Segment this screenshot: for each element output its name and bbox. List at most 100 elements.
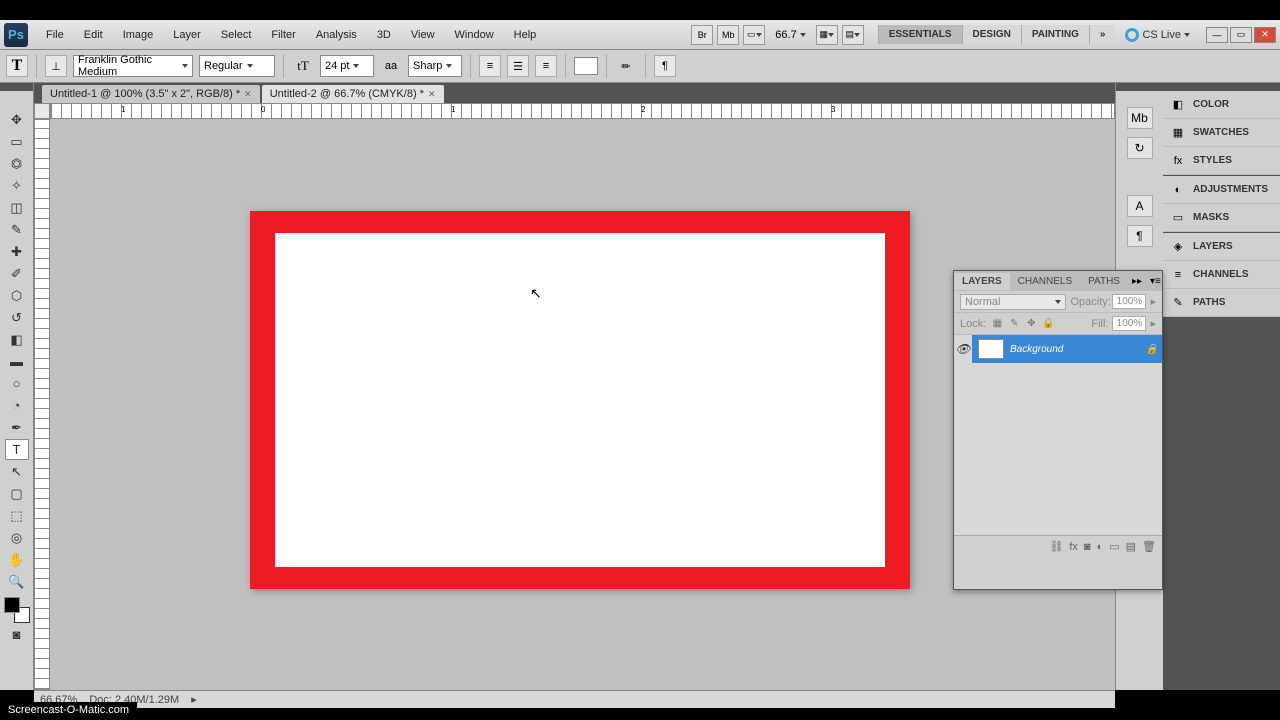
fx-icon[interactable]: fx xyxy=(1069,541,1078,553)
tab-layers[interactable]: LAYERS xyxy=(954,273,1010,290)
panel-color[interactable]: ◧COLOR xyxy=(1163,91,1280,119)
zoom-tool-icon[interactable]: 🔍 xyxy=(5,571,29,592)
chevron-icon[interactable]: ▸ xyxy=(1150,317,1156,330)
lock-pixels-icon[interactable]: ✎ xyxy=(1007,317,1021,331)
zoom-display[interactable]: 66.7 xyxy=(769,29,811,41)
menu-3d[interactable]: 3D xyxy=(367,25,401,45)
minimize-button[interactable]: — xyxy=(1206,27,1228,43)
char-panel-icon[interactable]: ¶ xyxy=(654,55,676,77)
screenmode-icon[interactable]: ▭ xyxy=(743,25,765,45)
app-logo[interactable]: Ps xyxy=(4,23,28,47)
close-button[interactable]: ✕ xyxy=(1254,27,1276,43)
strip-handle[interactable] xyxy=(1116,83,1163,91)
menu-image[interactable]: Image xyxy=(113,25,164,45)
opacity-input[interactable]: 100% xyxy=(1112,294,1146,309)
menu-analysis[interactable]: Analysis xyxy=(306,25,367,45)
lock-all-icon[interactable]: 🔒 xyxy=(1041,317,1055,331)
path-select-icon[interactable]: ↖ xyxy=(5,461,29,482)
warp-text-icon[interactable]: ✏ xyxy=(615,55,637,77)
extras-icon[interactable]: ▤ xyxy=(842,25,864,45)
gradient-tool-icon[interactable]: ▬ xyxy=(5,351,29,372)
history-icon[interactable]: ↻ xyxy=(1127,137,1153,159)
3dcam-tool-icon[interactable]: ◎ xyxy=(5,527,29,548)
bridge-icon[interactable]: Br xyxy=(691,25,713,45)
antialias-dropdown[interactable]: Sharp xyxy=(408,55,462,77)
crop-tool-icon[interactable]: ◫ xyxy=(5,197,29,218)
chevron-icon[interactable]: ▸ xyxy=(1150,295,1156,308)
panel-paths[interactable]: ✎PATHS xyxy=(1163,289,1280,317)
layer-name[interactable]: Background xyxy=(1010,344,1140,355)
marquee-tool-icon[interactable]: ▭ xyxy=(5,131,29,152)
ws-more[interactable]: » xyxy=(1089,25,1116,44)
panel-channels[interactable]: ≡CHANNELS xyxy=(1163,261,1280,289)
align-center-icon[interactable]: ☰ xyxy=(507,55,529,77)
new-layer-icon[interactable]: ▤ xyxy=(1126,540,1136,553)
ws-painting[interactable]: PAINTING xyxy=(1021,25,1089,44)
font-size-dropdown[interactable]: 24 pt xyxy=(320,55,374,77)
menu-help[interactable]: Help xyxy=(504,25,547,45)
document-tab[interactable]: Untitled-1 @ 100% (3.5" x 2", RGB/8) *✕ xyxy=(42,85,260,103)
text-color-swatch[interactable] xyxy=(574,57,598,75)
layers-list[interactable]: 👁 Background 🔒 xyxy=(954,335,1162,535)
maximize-button[interactable]: ▭ xyxy=(1230,27,1252,43)
arrange-icon[interactable]: ▦ xyxy=(816,25,838,45)
layer-row[interactable]: 👁 Background 🔒 xyxy=(954,335,1162,363)
dodge-tool-icon[interactable]: ◔ xyxy=(5,395,29,416)
group-icon[interactable]: ▭ xyxy=(1109,540,1119,553)
horizontal-ruler[interactable]: 1 0 1 2 3 xyxy=(50,103,1115,119)
cslive-button[interactable]: CS Live xyxy=(1119,28,1196,42)
orientation-icon[interactable]: ⊥ xyxy=(45,55,67,77)
toolbox-handle[interactable] xyxy=(0,83,33,91)
brush-tool-icon[interactable]: ✐ xyxy=(5,263,29,284)
eraser-tool-icon[interactable]: ◧ xyxy=(5,329,29,350)
shape-tool-icon[interactable]: ▢ xyxy=(5,483,29,504)
link-icon[interactable]: ⛓ xyxy=(1049,540,1063,553)
blend-mode-dropdown[interactable]: Normal xyxy=(960,294,1066,310)
panel-layers[interactable]: ◈LAYERS xyxy=(1163,233,1280,261)
document-tab[interactable]: Untitled-2 @ 66.7% (CMYK/8) *✕ xyxy=(262,85,444,103)
ws-essentials[interactable]: ESSENTIALS xyxy=(878,25,962,44)
minibr-icon[interactable]: Mb xyxy=(1127,107,1153,129)
fill-input[interactable]: 100% xyxy=(1112,316,1146,331)
lock-pos-icon[interactable]: ✥ xyxy=(1024,317,1038,331)
chevron-icon[interactable]: ▸ xyxy=(191,693,197,706)
align-left-icon[interactable]: ≡ xyxy=(479,55,501,77)
pen-tool-icon[interactable]: ✒ xyxy=(5,417,29,438)
close-tab-icon[interactable]: ✕ xyxy=(428,89,436,100)
menu-filter[interactable]: Filter xyxy=(261,25,305,45)
paragraph-icon[interactable]: ¶ xyxy=(1127,225,1153,247)
panel-handle[interactable] xyxy=(1163,83,1280,91)
panel-swatches[interactable]: ▦SWATCHES xyxy=(1163,119,1280,147)
blur-tool-icon[interactable]: ○ xyxy=(5,373,29,394)
minibr-icon[interactable]: Mb xyxy=(717,25,739,45)
panel-adjustments[interactable]: ◐ADJUSTMENTS xyxy=(1163,176,1280,204)
fg-bg-swatch[interactable] xyxy=(4,597,30,623)
wand-tool-icon[interactable]: ✧ xyxy=(5,175,29,196)
trash-icon[interactable]: 🗑 xyxy=(1142,540,1156,553)
hand-tool-icon[interactable]: ✋ xyxy=(5,549,29,570)
tab-channels[interactable]: CHANNELS xyxy=(1010,273,1080,290)
adjustment-icon[interactable]: ◐ xyxy=(1097,541,1104,553)
history-brush-icon[interactable]: ↺ xyxy=(5,307,29,328)
menu-file[interactable]: File xyxy=(36,25,74,45)
stamp-tool-icon[interactable]: ⬡ xyxy=(5,285,29,306)
vertical-ruler[interactable] xyxy=(34,119,50,690)
panel-masks[interactable]: ▭MASKS xyxy=(1163,204,1280,232)
panel-menu-icon[interactable]: ▾≡ xyxy=(1146,276,1165,287)
menu-layer[interactable]: Layer xyxy=(163,25,211,45)
character-icon[interactable]: A xyxy=(1127,195,1153,217)
mask-icon[interactable]: ◙ xyxy=(1084,541,1091,553)
menu-edit[interactable]: Edit xyxy=(74,25,113,45)
type-tool-icon[interactable]: T xyxy=(5,439,29,460)
quickmask-icon[interactable]: ◙ xyxy=(5,624,29,645)
eyedropper-tool-icon[interactable]: ✎ xyxy=(5,219,29,240)
menu-view[interactable]: View xyxy=(401,25,445,45)
lock-trans-icon[interactable]: ▦ xyxy=(990,317,1004,331)
tab-paths[interactable]: PATHS xyxy=(1080,273,1128,290)
lasso-tool-icon[interactable]: ⏣ xyxy=(5,153,29,174)
visibility-icon[interactable]: 👁 xyxy=(954,335,972,363)
menu-select[interactable]: Select xyxy=(211,25,262,45)
font-family-dropdown[interactable]: Franklin Gothic Medium xyxy=(73,55,193,77)
move-tool-icon[interactable]: ✥ xyxy=(5,109,29,130)
layer-thumbnail[interactable] xyxy=(978,339,1004,359)
